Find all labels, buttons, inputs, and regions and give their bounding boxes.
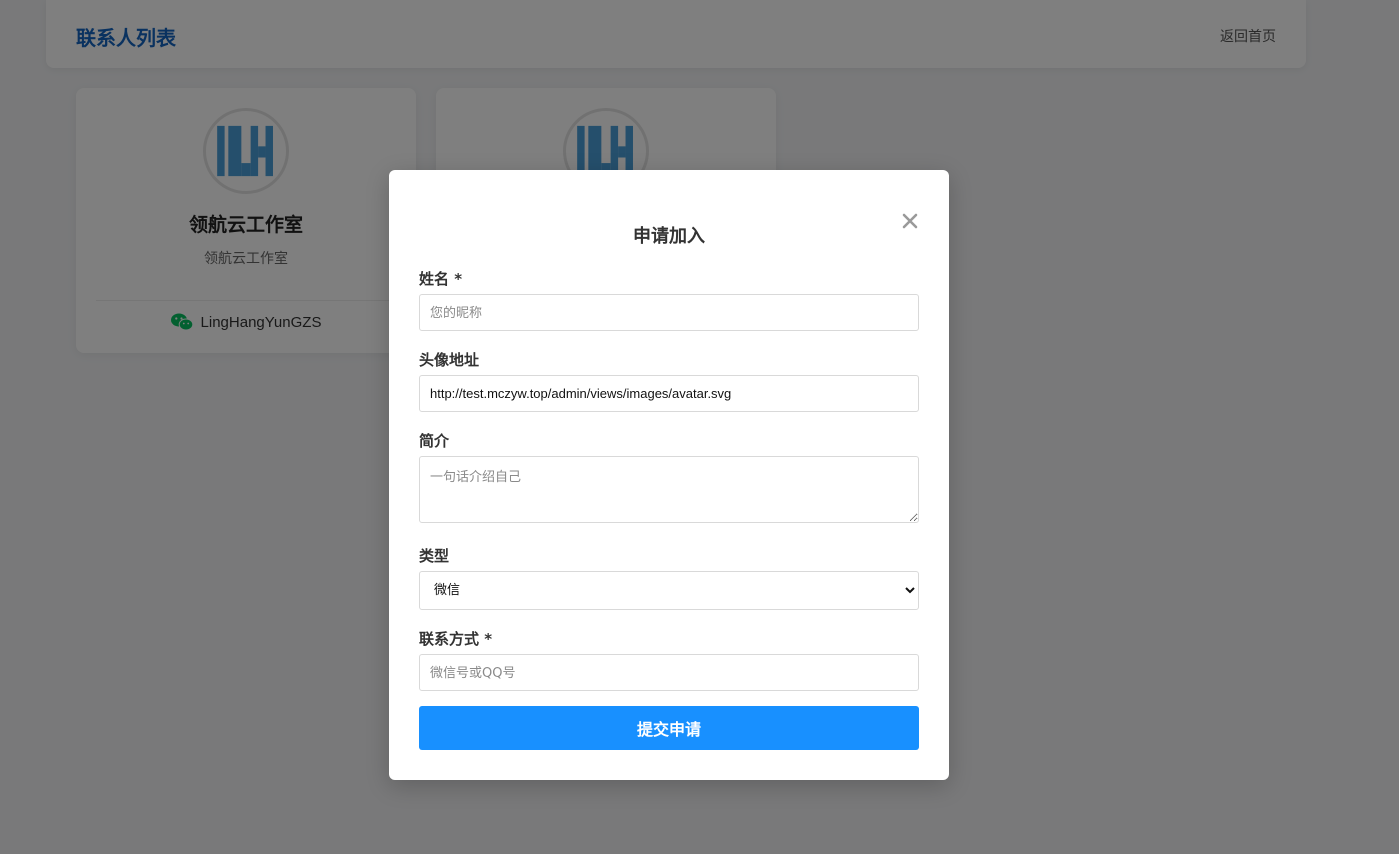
intro-textarea[interactable] [419,456,919,523]
apply-modal: 申请加入 姓名 * 头像地址 简介 类型 微信 联系方式 * 提交申请 [389,170,949,780]
close-icon [902,213,918,229]
avatar-url-input[interactable] [419,375,919,412]
submit-button[interactable]: 提交申请 [419,706,919,750]
contact-input[interactable] [419,654,919,691]
contact-label: 联系方式 * [419,630,493,648]
avatar-url-label: 头像地址 [419,351,480,369]
modal-title: 申请加入 [633,226,705,247]
intro-label: 简介 [419,432,450,450]
close-button[interactable] [899,210,921,232]
name-label: 姓名 * [419,270,463,288]
name-input[interactable] [419,294,919,331]
type-label: 类型 [419,547,450,565]
type-select[interactable]: 微信 [419,571,919,610]
